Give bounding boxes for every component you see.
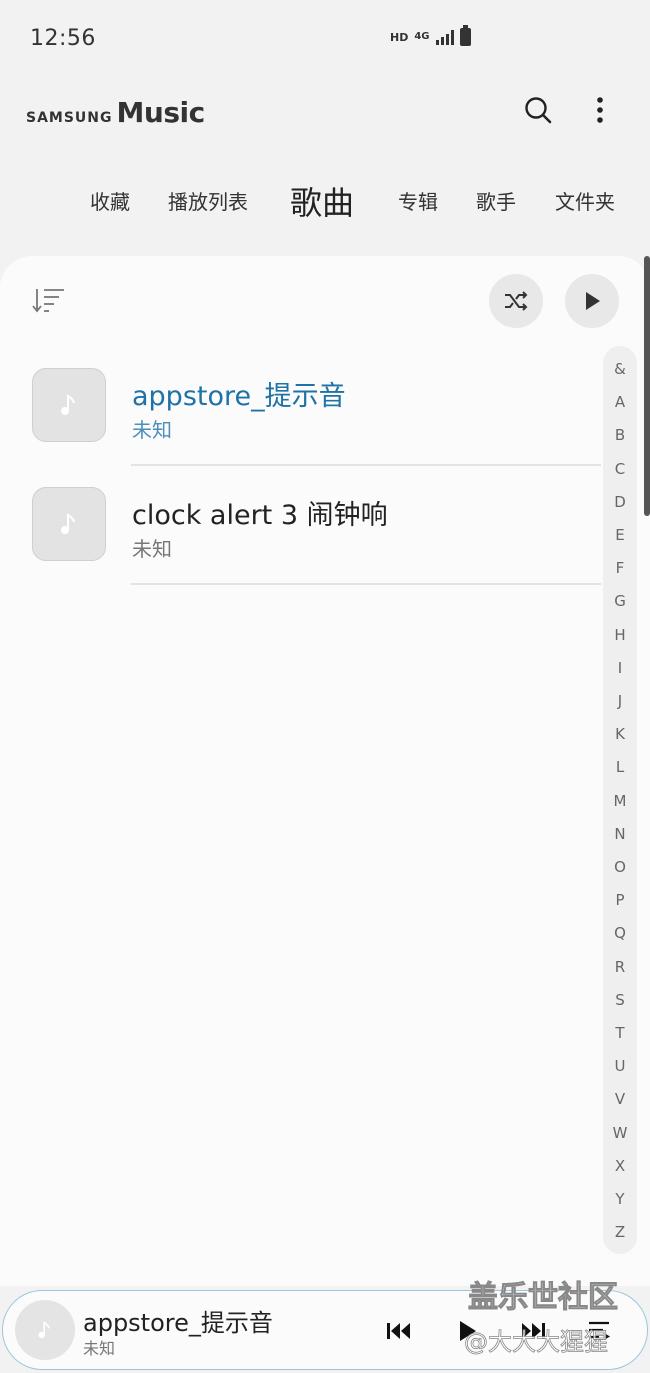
battery-icon <box>459 25 471 46</box>
index-letter[interactable]: G <box>603 592 637 610</box>
index-letter[interactable]: I <box>603 659 637 677</box>
divider <box>131 583 601 585</box>
index-letter[interactable]: K <box>603 725 637 743</box>
index-letter[interactable]: L <box>603 758 637 776</box>
song-title: appstore_提示音 <box>132 381 346 412</box>
song-list-panel: appstore_提示音 未知 clock alert 3 闹钟响 未知 <box>0 256 650 1286</box>
brand-samsung: SAMSUNG <box>26 110 113 126</box>
brand-music: Music <box>116 96 206 129</box>
index-letter[interactable]: Y <box>603 1190 637 1208</box>
play-all-button[interactable] <box>565 274 619 328</box>
index-letter[interactable]: E <box>603 526 637 544</box>
shuffle-icon <box>505 291 528 311</box>
mini-player-artist: 未知 <box>83 1339 116 1358</box>
index-letter[interactable]: W <box>603 1124 637 1142</box>
category-tabs: 收藏 播放列表 歌曲 专辑 歌手 文件夹 <box>0 184 650 236</box>
index-letter[interactable]: B <box>603 426 637 444</box>
index-letter[interactable]: F <box>603 559 637 577</box>
status-bar: 12:56 HD 4G <box>0 0 650 78</box>
hd-icon: HD <box>390 30 409 44</box>
play-icon <box>586 292 600 310</box>
sort-button[interactable] <box>32 286 68 316</box>
music-note-icon <box>61 394 75 415</box>
index-letter[interactable]: U <box>603 1057 637 1075</box>
sort-icon <box>32 289 64 313</box>
alphabet-index[interactable]: & A B C D E F G H I J K L M N O P Q R S T U V W X Y Z <box>603 346 637 1254</box>
index-letter[interactable]: O <box>603 858 637 876</box>
tab-songs[interactable]: 歌曲 <box>290 178 354 224</box>
previous-icon <box>387 1323 410 1339</box>
index-letter[interactable]: Z <box>603 1223 637 1241</box>
index-letter[interactable]: A <box>603 393 637 411</box>
tab-playlists[interactable]: 播放列表 <box>168 186 248 215</box>
app-header: SAMSUNG Music <box>0 80 650 140</box>
song-artist: 未知 <box>132 418 172 442</box>
album-art <box>32 487 106 561</box>
more-options-button[interactable] <box>580 90 620 130</box>
previous-button[interactable] <box>381 1313 417 1349</box>
index-letter[interactable]: Q <box>603 924 637 942</box>
mini-album-art <box>15 1300 75 1360</box>
index-letter[interactable]: C <box>603 460 637 478</box>
search-icon <box>525 97 552 124</box>
status-icons: HD 4G <box>390 25 471 46</box>
index-letter[interactable]: S <box>603 991 637 1009</box>
index-letter[interactable]: T <box>603 1024 637 1042</box>
index-letter[interactable]: N <box>603 825 637 843</box>
app-logo: SAMSUNG Music <box>26 96 205 129</box>
index-letter[interactable]: & <box>603 360 637 378</box>
watermark-handle: @大大大猩猩 <box>464 1328 609 1357</box>
watermark-title: 盖乐世社区 <box>468 1280 619 1316</box>
tab-albums[interactable]: 专辑 <box>398 186 438 215</box>
index-letter[interactable]: J <box>603 692 637 710</box>
music-note-icon <box>61 513 75 534</box>
album-art <box>32 368 106 442</box>
index-letter[interactable]: X <box>603 1157 637 1175</box>
index-letter[interactable]: V <box>603 1090 637 1108</box>
index-letter[interactable]: R <box>603 958 637 976</box>
scrollbar[interactable] <box>644 256 650 516</box>
status-time: 12:56 <box>30 26 96 51</box>
song-row[interactable]: clock alert 3 闹钟响 未知 <box>0 487 601 605</box>
signal-icon <box>435 29 454 45</box>
search-button[interactable] <box>518 90 558 130</box>
divider <box>131 464 601 466</box>
music-note-icon <box>38 1321 50 1339</box>
index-letter[interactable]: P <box>603 891 637 909</box>
song-artist: 未知 <box>132 537 172 561</box>
shuffle-button[interactable] <box>489 274 543 328</box>
song-title: clock alert 3 闹钟响 <box>132 500 388 531</box>
tab-folders[interactable]: 文件夹 <box>555 186 615 215</box>
mini-player-title: appstore_提示音 <box>83 1309 273 1337</box>
more-vertical-icon <box>597 97 603 123</box>
tab-favorites[interactable]: 收藏 <box>90 186 130 215</box>
network-4g-icon: 4G <box>414 31 430 42</box>
index-letter[interactable]: D <box>603 493 637 511</box>
tab-artists[interactable]: 歌手 <box>476 186 516 215</box>
index-letter[interactable]: M <box>603 792 637 810</box>
song-row[interactable]: appstore_提示音 未知 <box>0 368 601 486</box>
index-letter[interactable]: H <box>603 626 637 644</box>
